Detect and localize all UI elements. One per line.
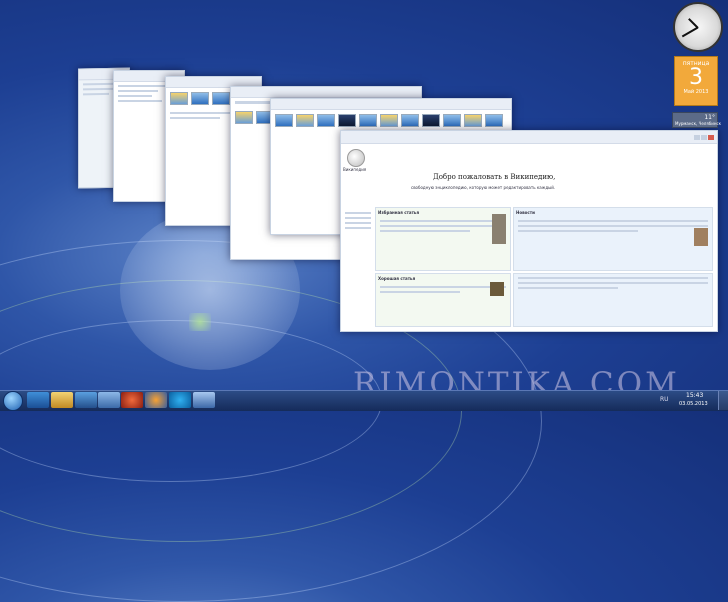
wiki-logo-text: Википедия [343,167,367,172]
tray-lang[interactable]: RU [660,396,669,403]
weather-temp: 11° [704,114,715,121]
text-line [518,230,638,232]
minimize-icon[interactable] [694,134,700,140]
image-thumbnail[interactable] [235,111,253,124]
image-thumbnail[interactable] [170,92,188,105]
close-icon[interactable] [708,134,714,140]
image-thumbnail[interactable] [275,114,293,127]
calendar-gadget[interactable]: пятница 3 Май 2013 [674,56,718,106]
image-thumbnail[interactable] [443,114,461,127]
text-line [118,90,158,92]
taskbar-explorer-icon[interactable] [51,392,73,408]
image-thumbnail[interactable] [464,114,482,127]
text-line [380,230,470,232]
window-titlebar [231,87,421,98]
text-line [380,220,506,222]
taskbar-app-icon[interactable] [98,392,120,408]
window-controls [694,134,714,140]
text-line [518,287,618,289]
show-desktop-button[interactable] [718,391,728,410]
text-line [380,286,506,288]
clock-gadget[interactable] [673,2,723,52]
windows-logo-glow [189,313,211,331]
wiki-news-heading: Новости [516,210,535,215]
image-thumbnail[interactable] [296,114,314,127]
sidebar-link[interactable] [345,222,371,224]
taskbar-firefox-icon[interactable] [145,392,167,408]
wiki-good-block: Хорошая статья [375,273,511,327]
taskbar-skype-icon[interactable] [169,392,191,408]
image-thumbnail[interactable] [485,114,503,127]
featured-image[interactable] [492,214,506,244]
text-line [118,100,162,102]
taskbar-opera-icon[interactable] [121,392,143,408]
text-line [380,225,506,227]
text-line [118,95,152,97]
maximize-icon[interactable] [701,134,707,140]
wiki-sidebar [345,209,371,232]
text-line [83,92,109,96]
image-thumbnails [271,110,511,131]
text-line [518,225,708,227]
window-titlebar [341,131,717,144]
image-thumbnail[interactable] [401,114,419,127]
calendar-day: 3 [689,65,703,90]
wiki-subtitle: свободную энциклопедию, которую может ре… [411,185,556,190]
text-line [518,277,708,279]
image-thumbnail[interactable] [191,92,209,105]
text-line [518,282,708,284]
wiki-featured-block: Избранная статья [375,207,511,271]
image-thumbnail[interactable] [317,114,335,127]
tray-time[interactable]: 15:43 [686,392,703,399]
taskbar-ie-icon[interactable] [27,392,49,408]
tray-date[interactable]: 03.05.2013 [679,401,708,407]
image-thumbnail[interactable] [212,92,230,105]
sidebar-link[interactable] [345,227,371,229]
weather-city: Мурманск, Челябинск [675,121,722,126]
window-browser-wikipedia[interactable]: Википедия Добро пожаловать в Википедию, … [340,130,718,332]
wiki-news-block: Новости [513,207,713,271]
window-titlebar [271,99,511,110]
image-thumbnail[interactable] [359,114,377,127]
image-thumbnail[interactable] [338,114,356,127]
clock-minute-hand [682,27,699,38]
wiki-anniversaries-block [513,273,713,327]
taskbar-media-icon[interactable] [75,392,97,408]
wiki-welcome: Добро пожаловать в Википедию, [433,173,556,181]
good-image[interactable] [490,282,504,296]
text-line [83,87,113,91]
wiki-featured-heading: Избранная статья [378,210,420,215]
calendar-month: Май 2013 [683,89,709,95]
text-line [518,220,708,222]
start-button[interactable] [3,391,23,411]
weather-gadget[interactable]: 11° Мурманск, Челябинск [672,112,722,128]
taskbar-flip3d-icon[interactable] [193,392,215,408]
sidebar-link[interactable] [345,217,371,219]
wiki-globe-icon[interactable] [347,149,365,167]
news-image[interactable] [694,228,708,246]
image-thumbnail[interactable] [422,114,440,127]
sidebar-link[interactable] [345,212,371,214]
text-line [170,117,220,119]
image-thumbnail[interactable] [380,114,398,127]
text-line [380,291,460,293]
